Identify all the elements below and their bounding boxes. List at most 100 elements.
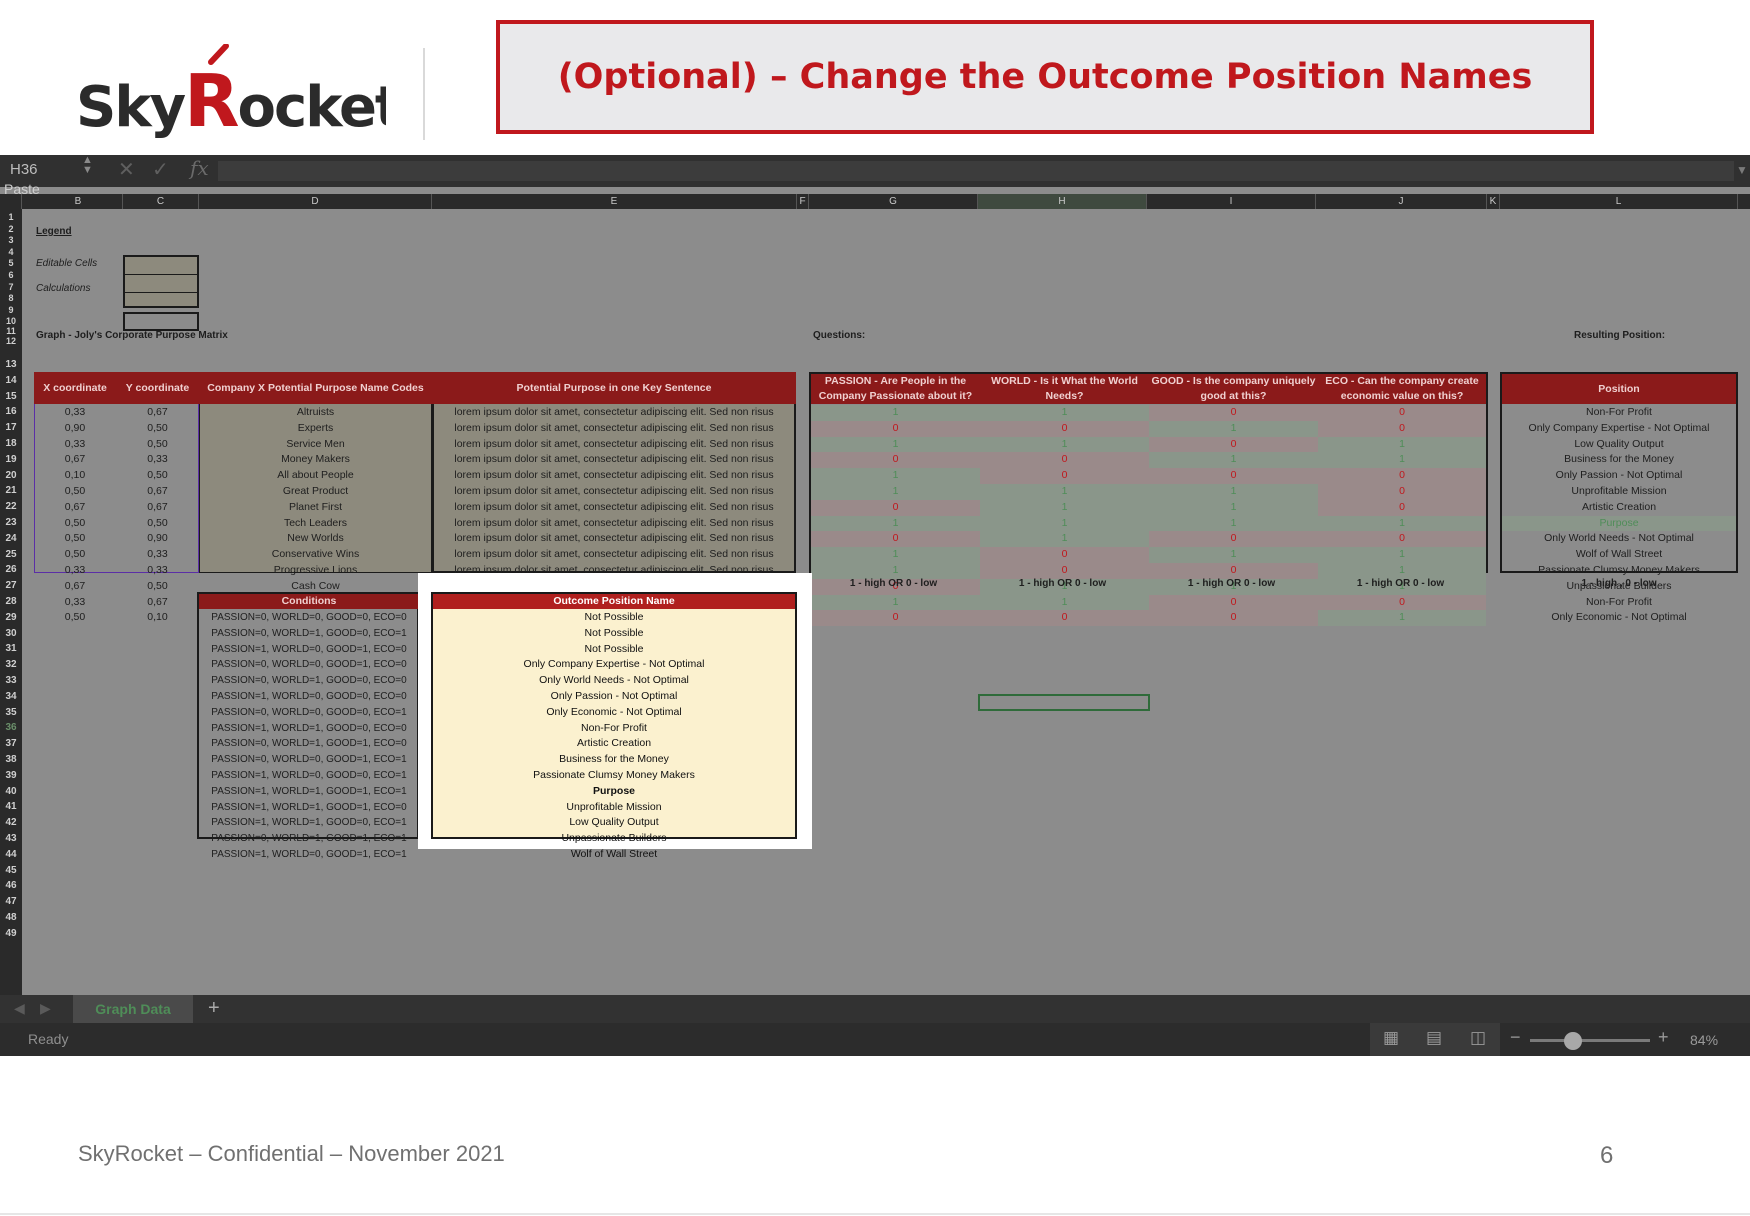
row-header-18[interactable]: 18 [0, 438, 22, 449]
outcome-position-name-cell[interactable]: Only Passion - Not Optimal [433, 689, 795, 705]
y-coordinate-cell[interactable]: 0,33 [116, 452, 199, 468]
x-coordinate-cell[interactable]: 0,10 [34, 468, 116, 484]
outcome-position-name-cell[interactable]: Only Economic - Not Optimal [433, 705, 795, 721]
cancel-icon[interactable]: ✕ [118, 157, 135, 182]
purpose-code-cell[interactable]: Service Men [199, 437, 432, 453]
row-header-21[interactable]: 21 [0, 485, 22, 496]
purpose-sentence-cell[interactable]: lorem ipsum dolor sit amet, consectetur … [432, 437, 796, 453]
eco-value-cell[interactable]: 0 [1318, 405, 1486, 421]
eco-value-cell[interactable]: 1 [1318, 515, 1486, 532]
row-header-36[interactable]: 36 [0, 722, 22, 733]
good-value-cell[interactable]: 1 [1149, 515, 1318, 532]
world-value-cell[interactable]: 1 [980, 499, 1149, 516]
x-coordinate-cell[interactable]: 0,67 [34, 579, 116, 595]
good-value-cell[interactable]: 1 [1149, 484, 1318, 500]
purpose-sentence-cell[interactable]: lorem ipsum dolor sit amet, consectetur … [432, 421, 796, 437]
passion-value-cell[interactable]: 0 [811, 531, 980, 548]
formula-expand-icon[interactable]: ▼ [1736, 163, 1748, 177]
outcome-position-name-cell[interactable]: Purpose [433, 784, 795, 800]
good-value-cell[interactable]: 1 [1149, 420, 1318, 437]
y-coordinate-cell[interactable]: 0,67 [116, 595, 199, 611]
x-coordinate-cell[interactable]: 0,33 [34, 405, 116, 421]
x-coordinate-cell[interactable]: 0,67 [34, 500, 116, 516]
eco-value-cell[interactable]: 0 [1318, 499, 1486, 516]
outcome-position-name-cell[interactable]: Non-For Profit [433, 721, 795, 737]
eco-value-cell[interactable]: 0 [1318, 594, 1486, 611]
column-header-f[interactable]: F [797, 194, 809, 209]
world-value-cell[interactable]: 1 [980, 515, 1149, 532]
passion-value-cell[interactable]: 1 [811, 484, 980, 500]
row-header-27[interactable]: 27 [0, 580, 22, 591]
outcome-position-name-cell[interactable]: Business for the Money [433, 752, 795, 768]
next-sheet-icon[interactable]: ▶ [40, 1000, 51, 1017]
world-value-cell[interactable]: 1 [980, 594, 1149, 611]
zoom-in-icon[interactable]: + [1658, 1027, 1669, 1048]
y-coordinate-cell[interactable]: 0,67 [116, 484, 199, 500]
outcome-position-name-cell[interactable]: Only World Needs - Not Optimal [433, 673, 795, 689]
row-header-37[interactable]: 37 [0, 738, 22, 749]
good-value-cell[interactable]: 0 [1149, 468, 1318, 484]
outcome-position-name-cell[interactable]: Unpassionate Builders [433, 831, 795, 847]
row-header-44[interactable]: 44 [0, 849, 22, 860]
eco-value-cell[interactable]: 0 [1318, 484, 1486, 500]
good-value-cell[interactable]: 0 [1149, 436, 1318, 453]
sheet-tab-graph-data[interactable]: Graph Data [73, 995, 193, 1023]
purpose-sentence-cell[interactable]: lorem ipsum dolor sit amet, consectetur … [432, 516, 796, 532]
outcome-position-name-cell[interactable]: Artistic Creation [433, 736, 795, 752]
passion-value-cell[interactable]: 1 [811, 436, 980, 453]
row-header-45[interactable]: 45 [0, 865, 22, 876]
zoom-slider-track[interactable] [1530, 1039, 1650, 1042]
row-header-13[interactable]: 13 [0, 359, 22, 370]
row-header-20[interactable]: 20 [0, 470, 22, 481]
x-coordinate-cell[interactable]: 0,50 [34, 484, 116, 500]
y-coordinate-cell[interactable]: 0,50 [116, 437, 199, 453]
eco-value-cell[interactable]: 0 [1318, 468, 1486, 484]
good-value-cell[interactable]: 1 [1149, 499, 1318, 516]
world-value-cell[interactable]: 1 [980, 484, 1149, 500]
passion-value-cell[interactable]: 0 [811, 499, 980, 516]
name-box-stepper-icon[interactable]: ▲ ▼ [82, 155, 93, 176]
row-header-19[interactable]: 19 [0, 454, 22, 465]
purpose-code-cell[interactable]: Money Makers [199, 452, 432, 468]
row-header-40[interactable]: 40 [0, 786, 22, 797]
purpose-code-cell[interactable]: Tech Leaders [199, 516, 432, 532]
good-value-cell[interactable]: 1 [1149, 452, 1318, 469]
zoom-slider-handle[interactable] [1563, 1032, 1582, 1050]
row-header-11[interactable]: 11 [0, 326, 22, 336]
outcome-position-name-cell[interactable]: Only Company Expertise - Not Optimal [433, 657, 795, 673]
purpose-code-cell[interactable]: Experts [199, 421, 432, 437]
outcome-position-name-cell[interactable]: Low Quality Output [433, 815, 795, 831]
y-coordinate-cell[interactable]: 0,33 [116, 547, 199, 563]
column-header-g[interactable]: G [809, 194, 978, 209]
y-coordinate-cell[interactable]: 0,50 [116, 468, 199, 484]
normal-view-icon[interactable]: ▦ [1383, 1028, 1399, 1048]
row-header-10[interactable]: 10 [0, 316, 22, 326]
row-header-31[interactable]: 31 [0, 643, 22, 654]
row-header-16[interactable]: 16 [0, 406, 22, 417]
row-header-24[interactable]: 24 [0, 533, 22, 544]
x-coordinate-cell[interactable]: 0,50 [34, 547, 116, 563]
purpose-sentence-cell[interactable]: lorem ipsum dolor sit amet, consectetur … [432, 547, 796, 563]
x-coordinate-cell[interactable]: 0,33 [34, 563, 116, 579]
passion-value-cell[interactable]: 1 [811, 468, 980, 484]
row-header-41[interactable]: 41 [0, 801, 22, 812]
row-header-29[interactable]: 29 [0, 612, 22, 623]
column-header-b[interactable]: B [34, 194, 123, 209]
row-header-35[interactable]: 35 [0, 707, 22, 718]
eco-value-cell[interactable]: 1 [1318, 547, 1486, 563]
row-header-23[interactable]: 23 [0, 517, 22, 528]
good-value-cell[interactable]: 0 [1149, 531, 1318, 548]
x-coordinate-cell[interactable]: 0,50 [34, 516, 116, 532]
passion-value-cell[interactable]: 1 [811, 547, 980, 563]
purpose-code-cell[interactable]: Altruists [199, 405, 432, 421]
prev-sheet-icon[interactable]: ◀ [14, 1000, 25, 1017]
eco-value-cell[interactable]: 1 [1318, 452, 1486, 469]
column-header-l[interactable]: L [1500, 194, 1738, 209]
row-header-43[interactable]: 43 [0, 833, 22, 844]
passion-value-cell[interactable]: 1 [811, 515, 980, 532]
outcome-position-name-cell[interactable]: Not Possible [433, 626, 795, 642]
row-header-42[interactable]: 42 [0, 817, 22, 828]
row-header-17[interactable]: 17 [0, 422, 22, 433]
purpose-sentence-cell[interactable]: lorem ipsum dolor sit amet, consectetur … [432, 531, 796, 547]
row-header-2[interactable]: 2 [0, 224, 22, 234]
